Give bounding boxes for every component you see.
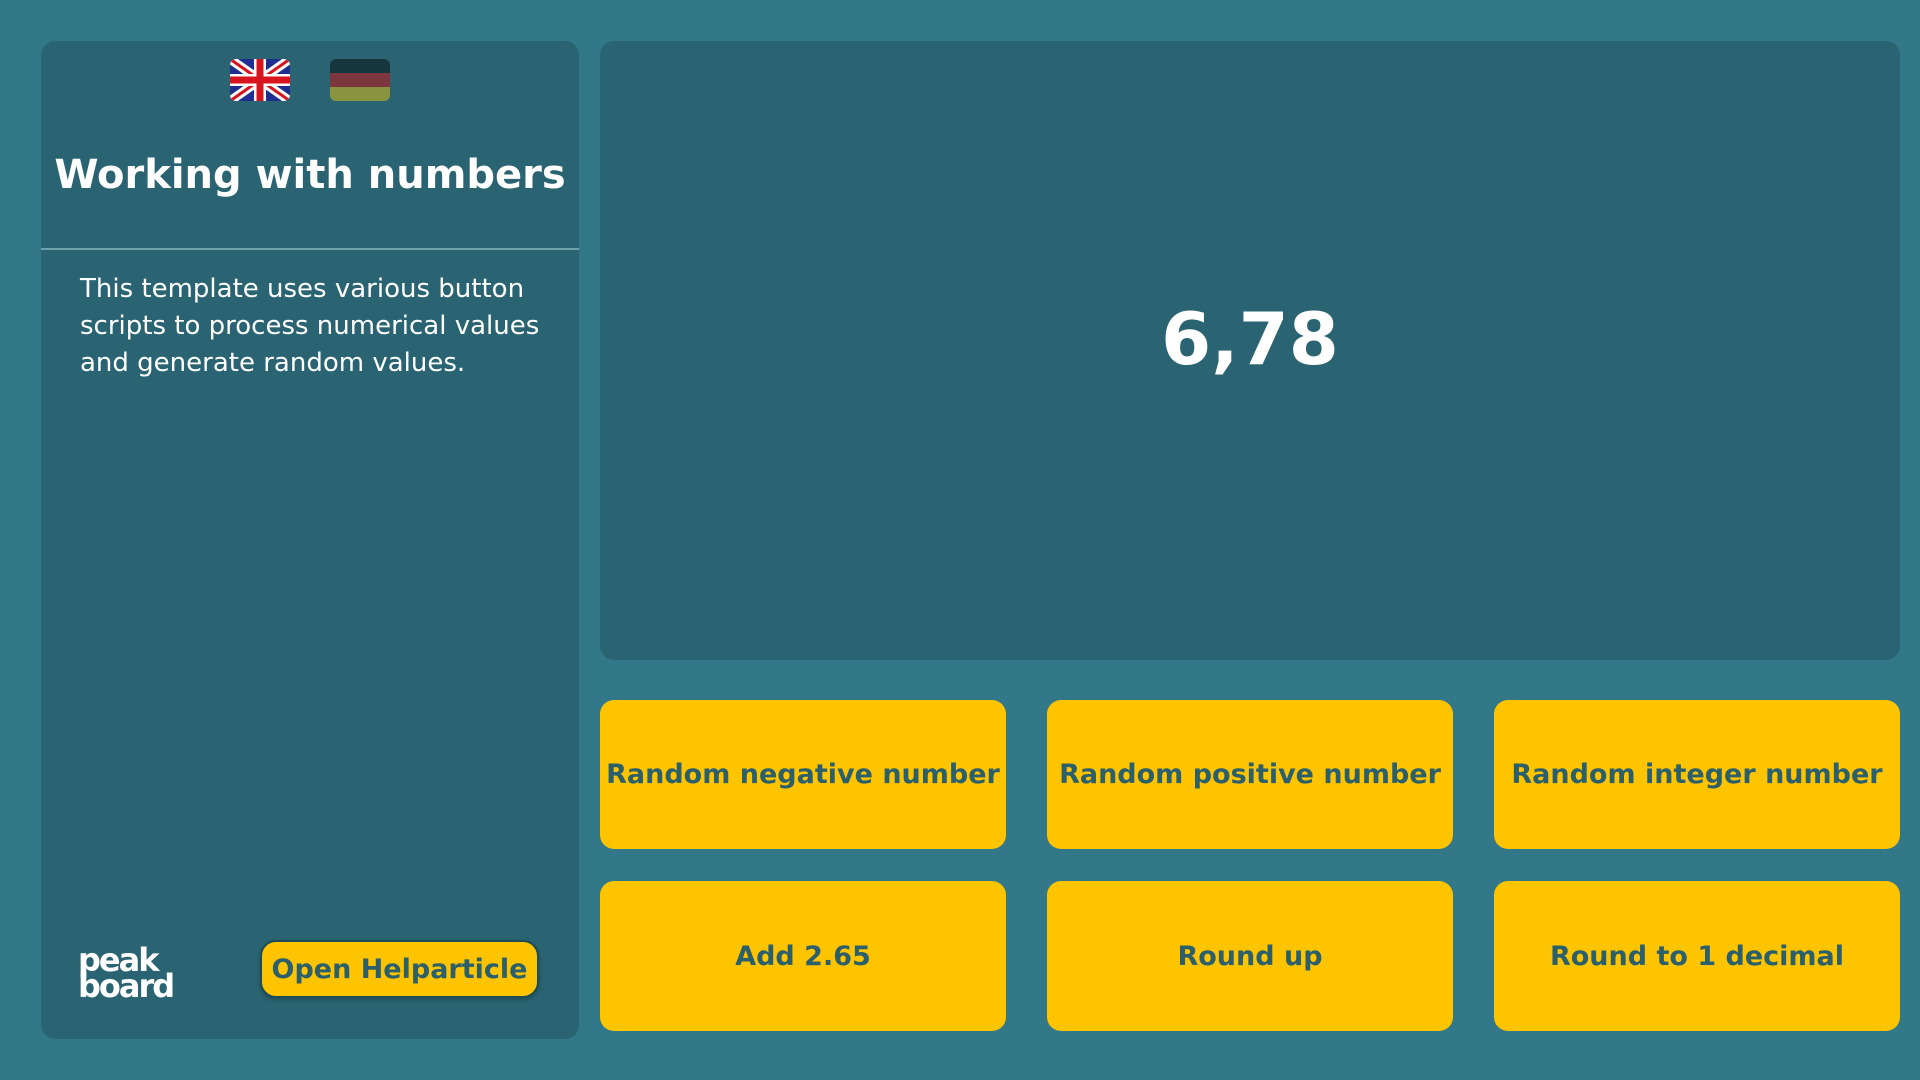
- page-title: Working with numbers: [54, 152, 566, 198]
- logo-line-2: board: [78, 967, 175, 1005]
- value-display-panel: 6,78: [600, 41, 1900, 660]
- add-2-65-button[interactable]: Add 2.65: [600, 881, 1006, 1031]
- round-to-1-decimal-button[interactable]: Round to 1 decimal: [1494, 881, 1900, 1031]
- round-up-button[interactable]: Round up: [1047, 881, 1453, 1031]
- open-helparticle-button[interactable]: Open Helparticle: [260, 940, 539, 998]
- divider: [41, 248, 579, 250]
- peakboard-logo: peak board: [78, 944, 188, 1005]
- current-value: 6,78: [1161, 297, 1339, 381]
- app-root: Working with numbers This template uses …: [0, 0, 1920, 1080]
- language-switcher: [41, 59, 579, 103]
- random-positive-number-button[interactable]: Random positive number: [1047, 700, 1453, 849]
- german-flag-icon[interactable]: [330, 59, 390, 101]
- uk-flag-icon[interactable]: [230, 59, 290, 101]
- description-text: This template uses various button script…: [80, 274, 540, 378]
- random-integer-number-button[interactable]: Random integer number: [1494, 700, 1900, 849]
- random-negative-number-button[interactable]: Random negative number: [600, 700, 1006, 849]
- sidebar-panel: Working with numbers This template uses …: [41, 41, 579, 1039]
